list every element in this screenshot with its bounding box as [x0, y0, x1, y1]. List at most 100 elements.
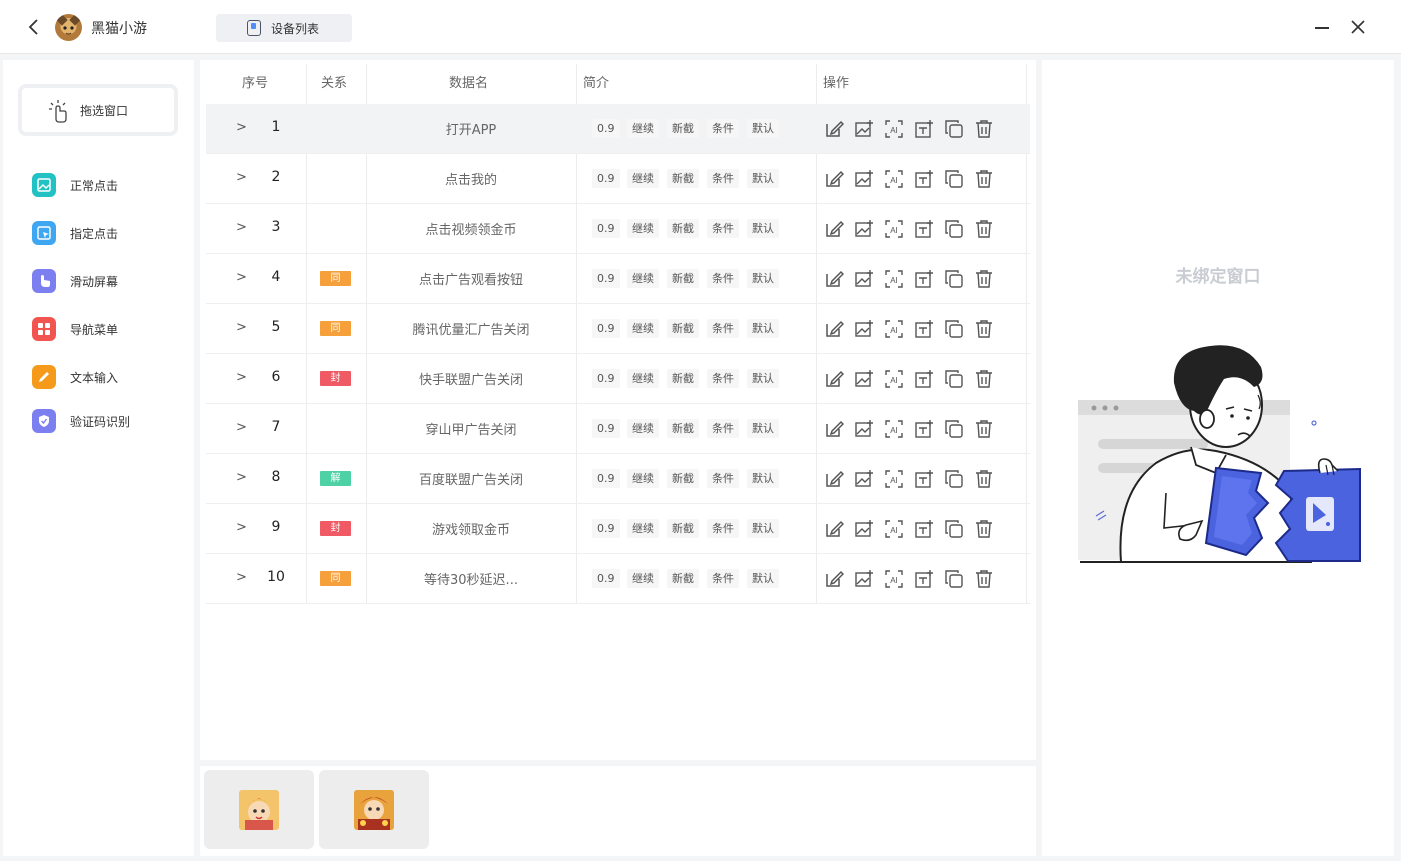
back-arrow-icon[interactable]: [24, 17, 44, 37]
copy-icon[interactable]: [944, 519, 964, 539]
ai-scan-icon[interactable]: AI: [884, 519, 904, 539]
image-add-icon[interactable]: [854, 519, 874, 539]
row-data-name[interactable]: 穿山甲广告关闭: [366, 419, 576, 438]
summary-chip[interactable]: 继续: [627, 419, 659, 438]
summary-chip[interactable]: 条件: [707, 319, 739, 338]
summary-chip[interactable]: 默认: [747, 469, 779, 488]
expand-arrow[interactable]: >: [236, 370, 247, 385]
image-add-icon[interactable]: [854, 419, 874, 439]
expand-arrow[interactable]: >: [236, 320, 247, 335]
expand-arrow[interactable]: >: [236, 170, 247, 185]
copy-icon[interactable]: [944, 469, 964, 489]
summary-chip[interactable]: 继续: [627, 219, 659, 238]
expand-arrow[interactable]: >: [236, 420, 247, 435]
summary-chip[interactable]: 0.9: [592, 469, 620, 488]
summary-chip[interactable]: 新截: [667, 219, 699, 238]
summary-chip[interactable]: 0.9: [592, 519, 620, 538]
summary-chip[interactable]: 新截: [667, 269, 699, 288]
expand-arrow[interactable]: >: [236, 220, 247, 235]
copy-icon[interactable]: [944, 269, 964, 289]
sidebar-item-normal-click[interactable]: 正常点击: [32, 172, 182, 198]
summary-chip[interactable]: 新截: [667, 369, 699, 388]
summary-chip[interactable]: 默认: [747, 369, 779, 388]
table-row[interactable]: >9 封游戏领取金币 0.9 继续 新截 条件 默认 AI: [206, 504, 1030, 554]
summary-chip[interactable]: 0.9: [592, 269, 620, 288]
row-data-name[interactable]: 点击视频领金币: [366, 219, 576, 238]
row-data-name[interactable]: 快手联盟广告关闭: [366, 369, 576, 388]
sidebar-item-specified-click[interactable]: 指定点击: [32, 220, 182, 246]
expand-arrow[interactable]: >: [236, 520, 247, 535]
summary-chip[interactable]: 继续: [627, 169, 659, 188]
summary-chip[interactable]: 默认: [747, 219, 779, 238]
delete-icon[interactable]: [974, 319, 994, 339]
summary-chip[interactable]: 新截: [667, 169, 699, 188]
ai-scan-icon[interactable]: AI: [884, 369, 904, 389]
ai-scan-icon[interactable]: AI: [884, 569, 904, 589]
summary-chip[interactable]: 0.9: [592, 369, 620, 388]
summary-chip[interactable]: 0.9: [592, 119, 620, 138]
image-add-icon[interactable]: [854, 169, 874, 189]
table-row[interactable]: >1 打开APP 0.9 继续 新截 条件 默认 AI: [206, 104, 1030, 154]
summary-chip[interactable]: 新截: [667, 569, 699, 588]
ai-scan-icon[interactable]: AI: [884, 119, 904, 139]
expand-arrow[interactable]: >: [236, 270, 247, 285]
game-thumbnail[interactable]: [319, 770, 429, 849]
edit-icon[interactable]: [824, 369, 844, 389]
delete-icon[interactable]: [974, 419, 994, 439]
row-data-name[interactable]: 百度联盟广告关闭: [366, 469, 576, 488]
summary-chip[interactable]: 新截: [667, 319, 699, 338]
copy-icon[interactable]: [944, 119, 964, 139]
edit-icon[interactable]: [824, 119, 844, 139]
expand-arrow[interactable]: >: [236, 570, 247, 585]
summary-chip[interactable]: 继续: [627, 519, 659, 538]
text-add-icon[interactable]: [914, 269, 934, 289]
summary-chip[interactable]: 条件: [707, 169, 739, 188]
delete-icon[interactable]: [974, 519, 994, 539]
summary-chip[interactable]: 新截: [667, 519, 699, 538]
summary-chip[interactable]: 继续: [627, 269, 659, 288]
table-row[interactable]: >5 同腾讯优量汇广告关闭 0.9 继续 新截 条件 默认 AI: [206, 304, 1030, 354]
text-add-icon[interactable]: [914, 319, 934, 339]
text-add-icon[interactable]: [914, 219, 934, 239]
table-row[interactable]: >2 点击我的 0.9 继续 新截 条件 默认 AI: [206, 154, 1030, 204]
sidebar-item-text-input[interactable]: 文本输入: [32, 364, 182, 390]
expand-arrow[interactable]: >: [236, 470, 247, 485]
delete-icon[interactable]: [974, 569, 994, 589]
summary-chip[interactable]: 条件: [707, 519, 739, 538]
summary-chip[interactable]: 默认: [747, 569, 779, 588]
text-add-icon[interactable]: [914, 419, 934, 439]
delete-icon[interactable]: [974, 169, 994, 189]
delete-icon[interactable]: [974, 469, 994, 489]
summary-chip[interactable]: 条件: [707, 569, 739, 588]
table-row[interactable]: >10 同等待30秒延迟... 0.9 继续 新截 条件 默认 AI: [206, 554, 1030, 604]
delete-icon[interactable]: [974, 269, 994, 289]
summary-chip[interactable]: 继续: [627, 319, 659, 338]
ai-scan-icon[interactable]: AI: [884, 269, 904, 289]
edit-icon[interactable]: [824, 469, 844, 489]
row-data-name[interactable]: 腾讯优量汇广告关闭: [366, 319, 576, 338]
copy-icon[interactable]: [944, 419, 964, 439]
row-data-name[interactable]: 等待30秒延迟...: [366, 569, 576, 588]
edit-icon[interactable]: [824, 269, 844, 289]
summary-chip[interactable]: 默认: [747, 169, 779, 188]
edit-icon[interactable]: [824, 169, 844, 189]
summary-chip[interactable]: 默认: [747, 119, 779, 138]
table-row[interactable]: >7 穿山甲广告关闭 0.9 继续 新截 条件 默认 AI: [206, 404, 1030, 454]
summary-chip[interactable]: 默认: [747, 519, 779, 538]
device-list-tab[interactable]: 设备列表: [216, 14, 352, 42]
copy-icon[interactable]: [944, 369, 964, 389]
ai-scan-icon[interactable]: AI: [884, 469, 904, 489]
drag-select-window-button[interactable]: 拖选窗口: [18, 84, 178, 136]
summary-chip[interactable]: 条件: [707, 469, 739, 488]
text-add-icon[interactable]: [914, 369, 934, 389]
summary-chip[interactable]: 0.9: [592, 319, 620, 338]
image-add-icon[interactable]: [854, 369, 874, 389]
image-add-icon[interactable]: [854, 469, 874, 489]
table-row[interactable]: >8 解百度联盟广告关闭 0.9 继续 新截 条件 默认 AI: [206, 454, 1030, 504]
edit-icon[interactable]: [824, 519, 844, 539]
image-add-icon[interactable]: [854, 269, 874, 289]
summary-chip[interactable]: 继续: [627, 119, 659, 138]
summary-chip[interactable]: 条件: [707, 219, 739, 238]
image-add-icon[interactable]: [854, 119, 874, 139]
summary-chip[interactable]: 条件: [707, 419, 739, 438]
